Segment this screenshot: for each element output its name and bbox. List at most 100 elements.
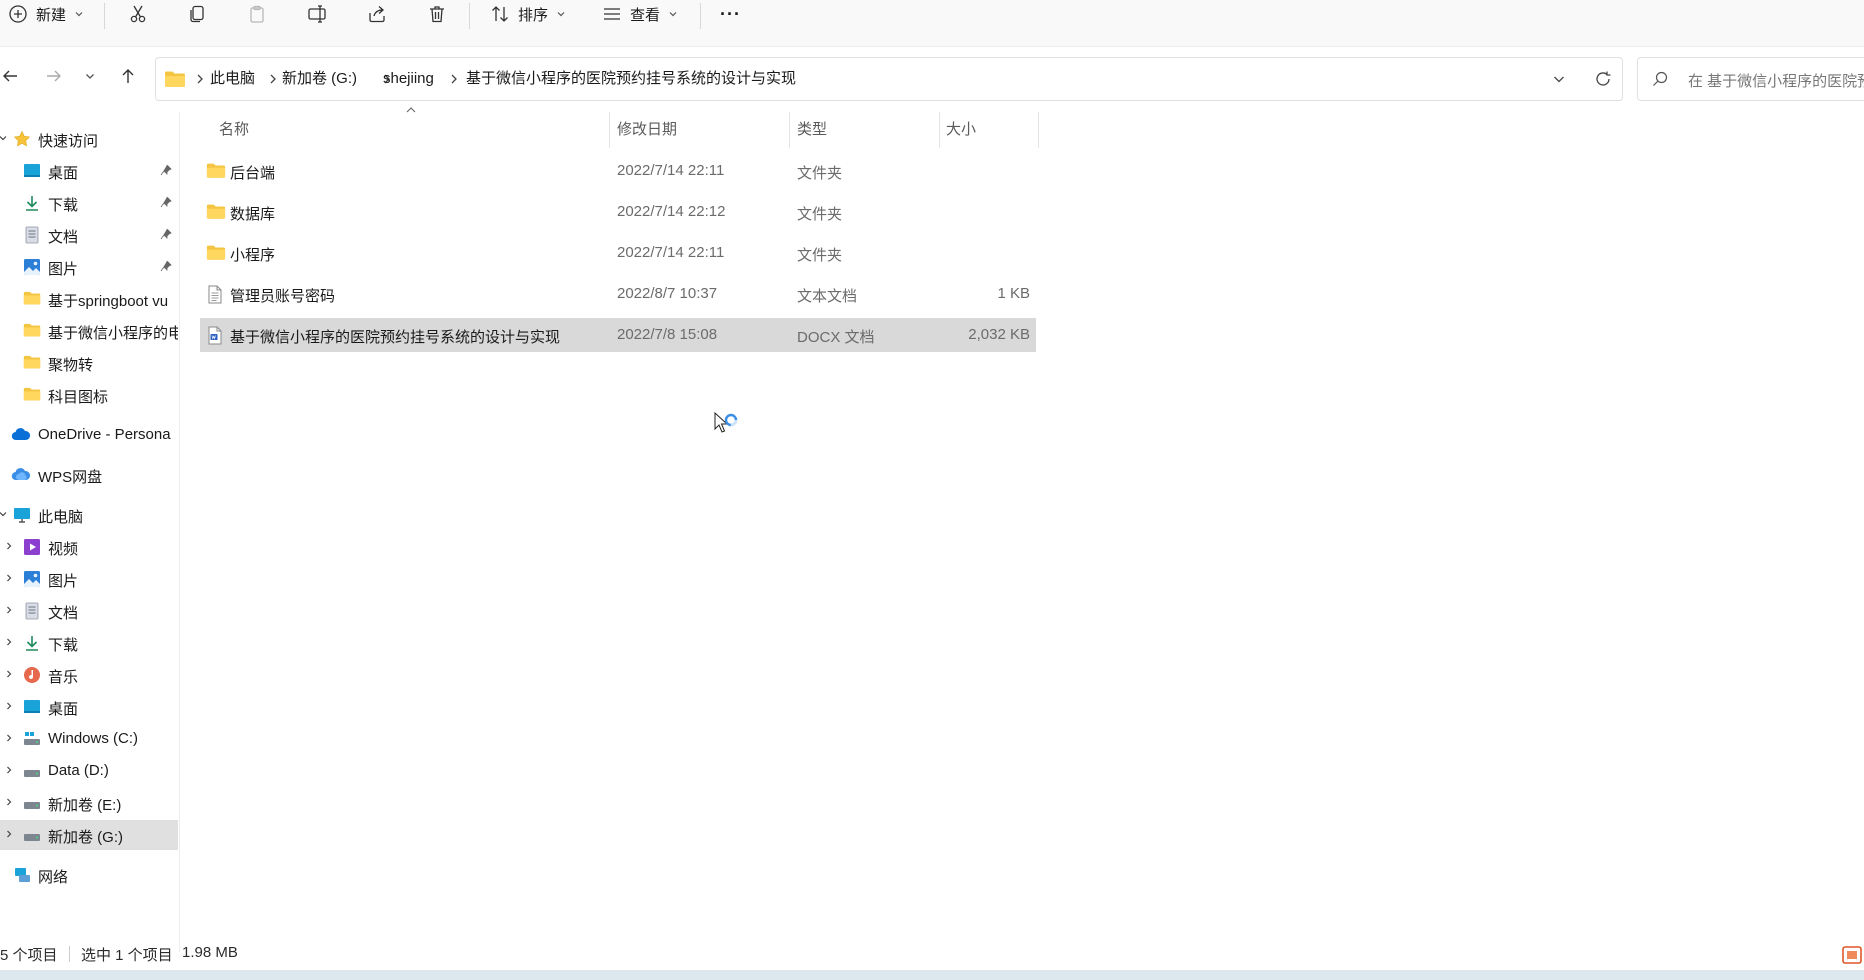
sidebar-item-desktop[interactable]: 桌面 [0, 692, 178, 722]
sidebar-item-folder[interactable]: 科目图标 [0, 380, 178, 410]
sidebar-item-label: 基于微信小程序的电 [48, 325, 178, 342]
sidebar-item-desktop[interactable]: 桌面 [0, 156, 178, 186]
column-header-type[interactable]: 类型 [797, 118, 827, 139]
sidebar-item-drive-d[interactable]: Data (D:) [0, 756, 178, 786]
cut-button[interactable] [128, 0, 148, 28]
file-name: 数据库 [230, 206, 276, 223]
column-divider[interactable] [939, 112, 940, 148]
sidebar-item-drive-g[interactable]: 新加卷 (G:) [0, 820, 178, 850]
refresh-icon[interactable] [1594, 70, 1612, 88]
delete-button[interactable] [427, 0, 447, 28]
sidebar-item-drive-c[interactable]: Windows (C:) [0, 724, 178, 754]
chevron-right-icon [4, 797, 14, 807]
sidebar-item-label: 新加卷 (G:) [48, 829, 123, 846]
folder-icon [23, 354, 41, 372]
cloud-icon [11, 466, 31, 484]
item-count: 5 个项目 [0, 947, 58, 964]
arrow-left-icon [1, 67, 19, 85]
sidebar-item-label: OneDrive - Persona [38, 426, 171, 443]
sidebar-item-videos[interactable]: 视频 [0, 532, 178, 562]
file-name: 小程序 [230, 247, 276, 264]
file-date: 2022/7/14 22:11 [617, 244, 725, 261]
breadcrumb-shejiing[interactable]: shejiing [383, 58, 434, 100]
breadcrumb-current-folder[interactable]: 基于微信小程序的医院预约挂号系统的设计与实现 [466, 58, 796, 100]
chevron-right-icon [4, 765, 14, 775]
pictures-icon [23, 258, 41, 276]
sidebar-onedrive[interactable]: OneDrive - Persona [0, 420, 178, 450]
scissors-icon [128, 4, 148, 24]
file-row[interactable]: 数据库 2022/7/14 22:12 文件夹 [200, 195, 1036, 229]
search-box[interactable]: 在 基于微信小程序的医院预 [1637, 57, 1864, 101]
pane-divider[interactable] [179, 112, 180, 952]
sidebar-item-folder[interactable]: 聚物转 [0, 348, 178, 378]
breadcrumb-separator-icon [268, 72, 278, 86]
column-header-name[interactable]: 名称 [219, 118, 249, 139]
sidebar-item-label: 图片 [48, 261, 79, 278]
sidebar-network[interactable]: 网络 [0, 860, 178, 890]
sidebar-item-pictures[interactable]: 图片 [0, 252, 178, 282]
column-header-date[interactable]: 修改日期 [617, 118, 677, 139]
download-icon [23, 194, 41, 212]
sidebar-item-downloads[interactable]: 下载 [0, 188, 178, 218]
details-view-icon[interactable] [1840, 944, 1864, 966]
sidebar-item-folder[interactable]: 基于springboot vu [0, 284, 178, 314]
sidebar-quick-access[interactable]: 快速访问 [0, 124, 178, 154]
sidebar-item-music[interactable]: 音乐 [0, 660, 178, 690]
sidebar-item-label: 网络 [38, 869, 69, 886]
sidebar-item-pictures[interactable]: 图片 [0, 564, 178, 594]
column-divider[interactable] [609, 112, 610, 148]
trash-icon [427, 4, 447, 24]
pin-icon [160, 164, 172, 176]
paste-button[interactable] [247, 0, 267, 28]
command-bar: 新建 排序 查看 ··· [0, 0, 1864, 47]
file-row-selected[interactable]: 基于微信小程序的医院预约挂号系统的设计与实现 2022/7/8 15:08 DO… [200, 318, 1036, 352]
document-icon [23, 226, 41, 244]
rename-icon [307, 4, 329, 24]
column-header-size[interactable]: 大小 [946, 118, 976, 139]
column-divider[interactable] [1038, 112, 1039, 148]
search-placeholder: 在 基于微信小程序的医院预 [1688, 73, 1864, 90]
file-type: 文件夹 [797, 165, 843, 182]
file-row[interactable]: 后台端 2022/7/14 22:11 文件夹 [200, 154, 1036, 188]
new-button[interactable]: 新建 [8, 0, 84, 28]
file-row[interactable]: 小程序 2022/7/14 22:11 文件夹 [200, 236, 1036, 270]
file-name: 基于微信小程序的医院预约挂号系统的设计与实现 [230, 329, 561, 346]
copy-button[interactable] [187, 0, 207, 28]
breadcrumb-drive-g[interactable]: 新加卷 (G:) [282, 58, 357, 100]
sidebar-item-documents[interactable]: 文档 [0, 596, 178, 626]
back-button[interactable] [0, 66, 20, 86]
view-button[interactable]: 查看 [602, 0, 678, 28]
address-history-chevron-icon[interactable] [1552, 72, 1566, 86]
breadcrumb-this-pc[interactable]: 此电脑 [210, 58, 255, 100]
sort-ascending-indicator-icon [405, 106, 417, 114]
address-bar[interactable]: 此电脑 新加卷 (G:) shejiing 基于微信小程序的医院预约挂号系统的设… [155, 57, 1623, 101]
forward-button[interactable] [44, 66, 64, 86]
chevron-down-icon [0, 509, 8, 519]
breadcrumb-separator-icon [195, 72, 205, 86]
sidebar-item-documents[interactable]: 文档 [0, 220, 178, 250]
sidebar-item-folder[interactable]: 基于微信小程序的电 [0, 316, 178, 346]
file-date: 2022/7/8 15:08 [617, 326, 718, 343]
file-row[interactable]: 管理员账号密码 2022/8/7 10:37 文本文档 1 KB [200, 277, 1036, 311]
navigation-pane: 快速访问 桌面 下载 文档 图片 基于springboot vu 基于微信小程序… [0, 112, 178, 952]
up-button[interactable] [118, 66, 138, 86]
recent-locations-button[interactable] [80, 66, 100, 86]
sidebar-wps-cloud[interactable]: WPS网盘 [0, 460, 178, 490]
videos-icon [23, 538, 41, 556]
column-divider[interactable] [789, 112, 790, 148]
rename-button[interactable] [307, 0, 329, 28]
sidebar-this-pc[interactable]: 此电脑 [0, 500, 178, 530]
download-icon [23, 634, 41, 652]
sidebar-item-drive-e[interactable]: 新加卷 (E:) [0, 788, 178, 818]
chevron-right-icon [4, 573, 14, 583]
sidebar-item-downloads[interactable]: 下载 [0, 628, 178, 658]
more-options-button[interactable]: ··· [720, 0, 741, 28]
sort-button[interactable]: 排序 [490, 0, 566, 28]
share-button[interactable] [367, 0, 387, 28]
sidebar-item-label: 下载 [48, 637, 79, 654]
sidebar-item-label: 新加卷 (E:) [48, 797, 122, 814]
sidebar-item-label: 音乐 [48, 669, 79, 686]
toolbar-divider [700, 3, 701, 29]
selection-count: 选中 1 个项目 [81, 947, 173, 964]
drive-icon [23, 762, 41, 780]
